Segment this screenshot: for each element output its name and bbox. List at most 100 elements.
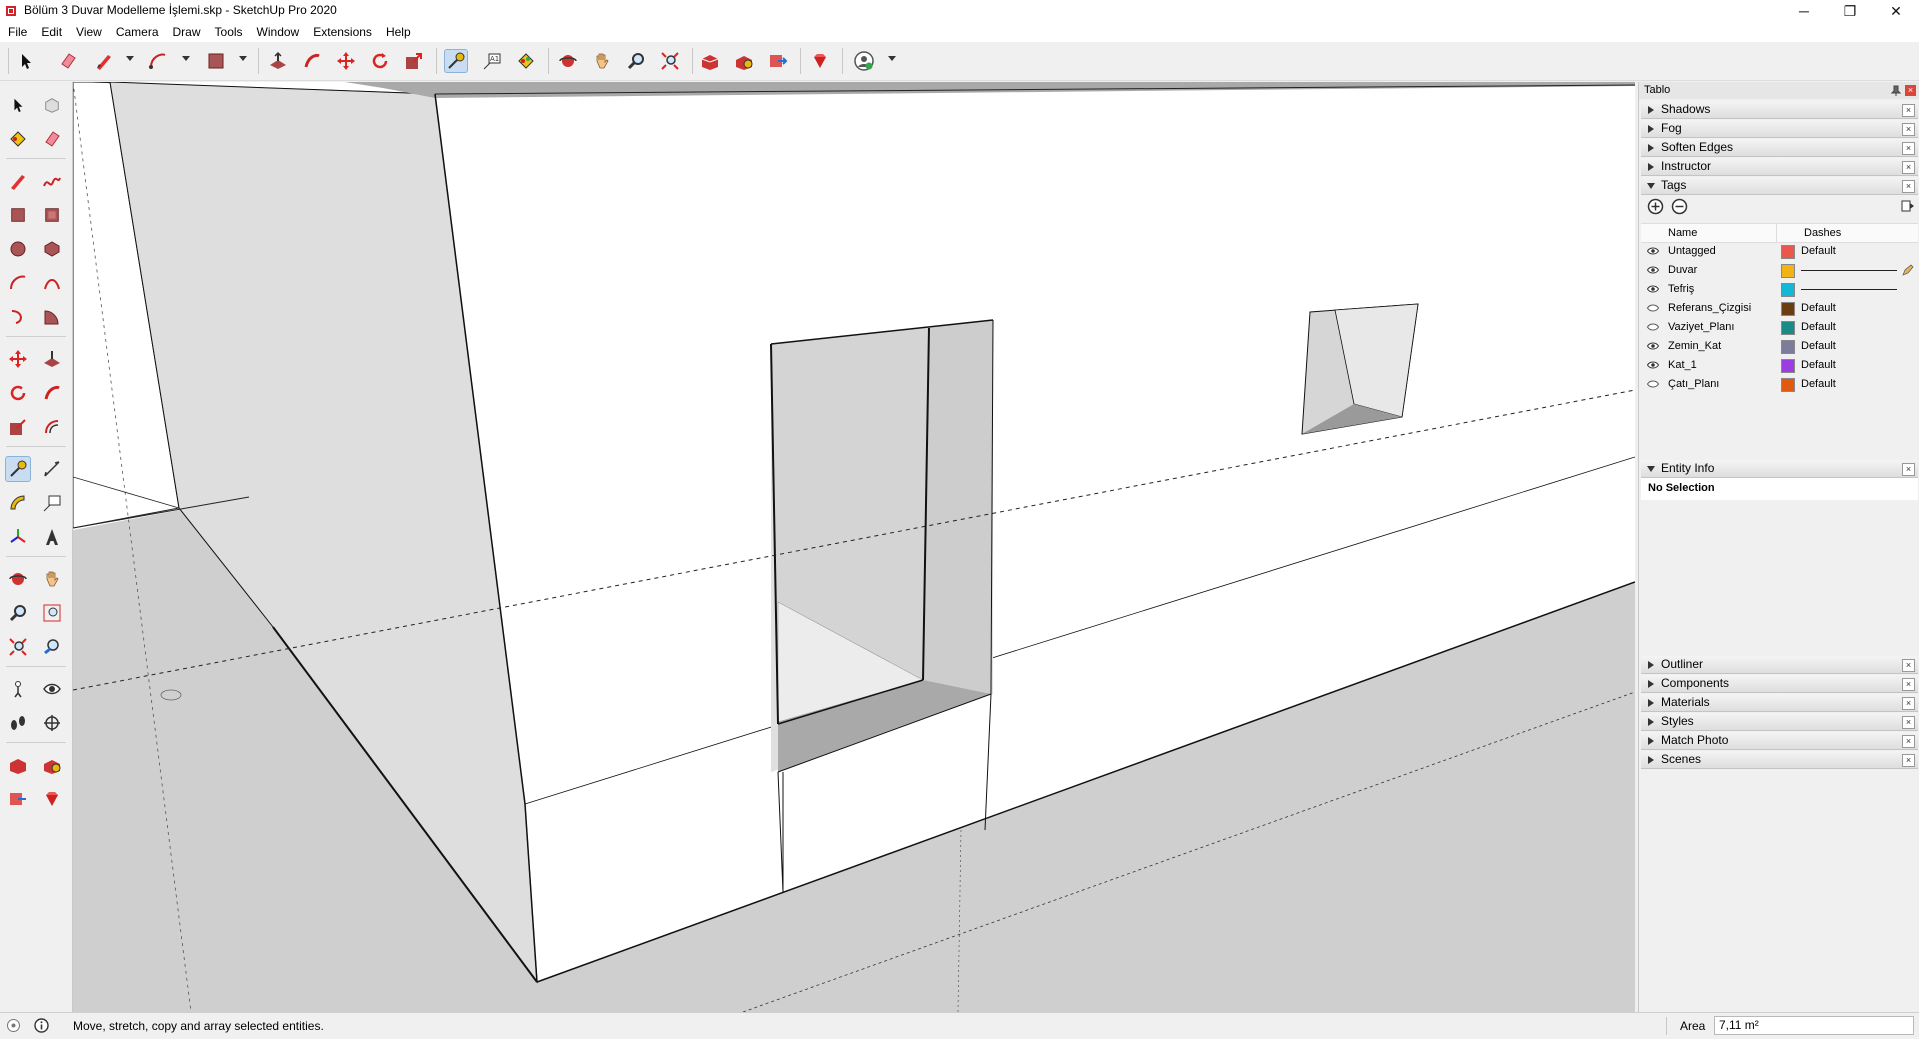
tag-name[interactable]: Referans_Çizgisi [1668, 299, 1751, 318]
delete-tag-icon[interactable] [1671, 198, 1688, 215]
select-icon[interactable] [5, 92, 31, 118]
tag-dashes[interactable]: Default [1801, 242, 1836, 261]
panel-shadows[interactable]: Shadows × [1641, 101, 1918, 119]
menu-window[interactable]: Window [250, 22, 307, 42]
tag-color-swatch[interactable] [1781, 302, 1795, 316]
col-dashes[interactable]: Dashes [1804, 227, 1841, 239]
tag-color-swatch[interactable] [1781, 378, 1795, 392]
arc-icon[interactable] [5, 270, 31, 296]
details-icon[interactable] [1901, 199, 1915, 213]
tag-name[interactable]: Untagged [1668, 242, 1716, 261]
3d-warehouse-icon[interactable] [698, 49, 722, 73]
visible-eye-icon[interactable] [1647, 247, 1659, 255]
panel-styles[interactable]: Styles × [1641, 713, 1918, 731]
close-button[interactable]: ✕ [1873, 0, 1919, 22]
visible-eye-icon[interactable] [1647, 342, 1659, 350]
tag-dashes[interactable]: Default [1801, 337, 1836, 356]
3d-text-icon[interactable] [39, 524, 65, 550]
hidden-eye-icon[interactable] [1647, 304, 1659, 312]
tag-row[interactable]: Vaziyet_Planı Default [1641, 318, 1918, 337]
pan-icon[interactable] [39, 566, 65, 592]
info-icon[interactable] [34, 1018, 49, 1033]
panel-outliner[interactable]: Outliner × [1641, 656, 1918, 674]
geolocation-icon[interactable] [6, 1018, 21, 1033]
extension-warehouse-icon[interactable] [732, 49, 756, 73]
axes-icon[interactable] [5, 524, 31, 550]
follow-me-icon[interactable] [39, 380, 65, 406]
visible-eye-icon[interactable] [1647, 285, 1659, 293]
follow-me-icon[interactable] [300, 49, 324, 73]
move-icon[interactable] [334, 49, 358, 73]
line-icon[interactable] [5, 168, 31, 194]
arc-icon[interactable] [146, 49, 170, 73]
3d-warehouse-icon[interactable] [5, 752, 31, 778]
dash-pattern-line[interactable] [1801, 270, 1897, 271]
orbit-icon[interactable] [5, 566, 31, 592]
tray-close-button[interactable]: × [1905, 85, 1916, 96]
zoom-icon[interactable] [624, 49, 648, 73]
tag-name[interactable]: Tefriş [1668, 280, 1694, 299]
rotate-icon[interactable] [5, 380, 31, 406]
tag-name[interactable]: Duvar [1668, 261, 1697, 280]
zoom-icon[interactable] [5, 600, 31, 626]
menu-help[interactable]: Help [379, 22, 418, 42]
zoom-window-icon[interactable] [39, 600, 65, 626]
arc-dropdown-icon[interactable] [182, 56, 190, 61]
layout-icon[interactable] [5, 786, 31, 812]
rectangle-icon[interactable] [5, 202, 31, 228]
tag-name[interactable]: Zemin_Kat [1668, 337, 1721, 356]
tag-name[interactable]: Kat_1 [1668, 356, 1697, 375]
line-icon[interactable] [92, 49, 116, 73]
extension-warehouse-icon[interactable] [39, 752, 65, 778]
offset-icon[interactable] [39, 414, 65, 440]
tape-measure-icon[interactable] [444, 49, 468, 73]
restore-button[interactable]: ❐ [1827, 0, 1873, 22]
minimize-button[interactable]: ─ [1781, 0, 1827, 22]
account-dropdown-icon[interactable] [888, 56, 896, 61]
tag-name[interactable]: Vaziyet_Planı [1668, 318, 1734, 337]
text-icon[interactable]: A1 [480, 49, 504, 73]
look-around-icon[interactable] [39, 676, 65, 702]
menu-view[interactable]: View [69, 22, 109, 42]
close-icon[interactable]: × [1902, 659, 1915, 672]
close-icon[interactable]: × [1902, 716, 1915, 729]
close-icon[interactable]: × [1902, 142, 1915, 155]
hidden-eye-icon[interactable] [1647, 323, 1659, 331]
close-icon[interactable]: × [1902, 104, 1915, 117]
menu-tools[interactable]: Tools [208, 22, 250, 42]
tag-row[interactable]: Kat_1 Default [1641, 356, 1918, 375]
visible-eye-icon[interactable] [1647, 361, 1659, 369]
tag-color-swatch[interactable] [1781, 245, 1795, 259]
tag-row[interactable]: Referans_Çizgisi Default [1641, 299, 1918, 318]
col-name[interactable]: Name [1668, 227, 1697, 239]
close-icon[interactable]: × [1902, 754, 1915, 767]
tag-row[interactable]: Çatı_Planı Default [1641, 375, 1918, 394]
close-icon[interactable]: × [1902, 123, 1915, 136]
close-icon[interactable]: × [1902, 697, 1915, 710]
tag-row[interactable]: Duvar [1641, 261, 1918, 280]
tag-color-swatch[interactable] [1781, 321, 1795, 335]
push-pull-icon[interactable] [39, 346, 65, 372]
tag-dashes[interactable]: Default [1801, 375, 1836, 394]
section-plane-icon[interactable] [39, 710, 65, 736]
hidden-eye-icon[interactable] [1647, 380, 1659, 388]
rotated-rectangle-icon[interactable] [39, 202, 65, 228]
panel-entity-info[interactable]: Entity Info × [1641, 460, 1918, 478]
select-icon[interactable] [14, 49, 38, 73]
circle-icon[interactable] [5, 236, 31, 262]
drawing-area[interactable] [73, 82, 1635, 1012]
tape-measure-icon[interactable] [5, 456, 31, 482]
layout-icon[interactable] [766, 49, 790, 73]
extension-manager-icon[interactable] [808, 49, 832, 73]
rotate-icon[interactable] [368, 49, 392, 73]
shape-dropdown-icon[interactable] [239, 56, 247, 61]
close-icon[interactable]: × [1902, 735, 1915, 748]
panel-materials[interactable]: Materials × [1641, 694, 1918, 712]
tag-dashes[interactable]: Default [1801, 318, 1836, 337]
account-icon[interactable] [852, 49, 876, 73]
eraser-icon[interactable] [39, 126, 65, 152]
tag-row[interactable]: Zemin_Kat Default [1641, 337, 1918, 356]
protractor-icon[interactable] [5, 490, 31, 516]
tag-color-swatch[interactable] [1781, 359, 1795, 373]
paint-bucket-icon[interactable] [514, 49, 538, 73]
